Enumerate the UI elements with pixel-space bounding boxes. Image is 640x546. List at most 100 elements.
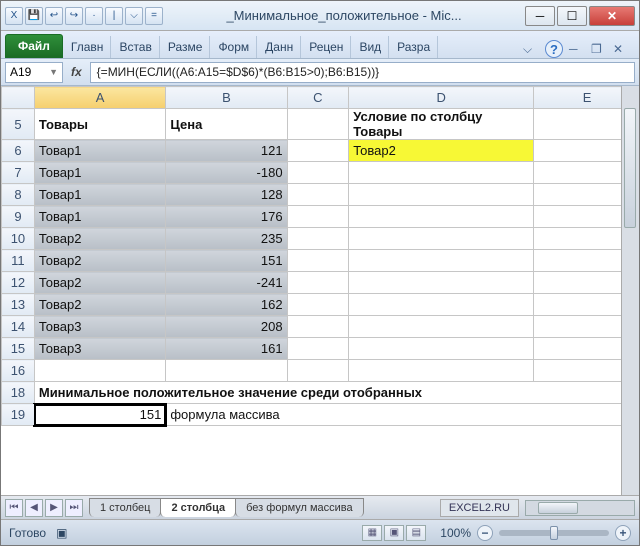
cell[interactable]: Цена [166,109,287,140]
col-header-D[interactable]: D [349,87,534,109]
active-cell[interactable]: 151 [34,404,165,426]
col-header-C[interactable]: C [287,87,349,109]
cell[interactable] [34,360,165,382]
undo-icon[interactable]: ↩ [45,7,63,25]
cell[interactable]: Товар1 [34,140,165,162]
cell[interactable] [287,294,349,316]
sheet-tab[interactable]: 1 столбец [89,498,161,517]
row-header[interactable]: 12 [2,272,35,294]
cell[interactable]: Товар3 [34,316,165,338]
cell[interactable]: Минимальное положительное значение среди… [34,382,639,404]
cell[interactable] [287,206,349,228]
cell[interactable]: Товары [34,109,165,140]
cell[interactable] [287,162,349,184]
cell[interactable] [166,360,287,382]
redo-icon[interactable]: ↪ [65,7,83,25]
file-tab[interactable]: Файл [5,34,63,58]
ribbon-tab-developer[interactable]: Разра [390,36,438,58]
cell[interactable]: 121 [166,140,287,162]
row-header[interactable]: 10 [2,228,35,250]
sheet-nav-last-icon[interactable]: ⏭ [65,499,83,517]
cell[interactable]: Товар2 [34,228,165,250]
sheet-tab[interactable]: без формул массива [235,498,364,517]
sheet-tab-active[interactable]: 2 столбца [160,498,236,517]
cell[interactable]: 128 [166,184,287,206]
cell[interactable] [349,272,534,294]
row-header[interactable]: 16 [2,360,35,382]
row-header[interactable]: 14 [2,316,35,338]
cell[interactable]: 176 [166,206,287,228]
workbook-minimize-icon[interactable]: ─ [569,42,585,56]
cell[interactable]: Товар1 [34,162,165,184]
name-box[interactable]: A19 ▼ [5,62,63,83]
ribbon-tab-data[interactable]: Данн [258,36,301,58]
cell[interactable]: 151 [166,250,287,272]
excel-icon[interactable]: X [5,7,23,25]
help-icon[interactable]: ? [545,40,563,58]
cell[interactable] [349,228,534,250]
cell[interactable]: Товар2 [349,140,534,162]
cell[interactable]: Товар1 [34,184,165,206]
cell[interactable] [349,360,534,382]
qat-dropdown-icon[interactable]: ⌵ [125,7,143,25]
cell[interactable]: Товар2 [34,294,165,316]
cell[interactable] [349,162,534,184]
cell[interactable] [287,360,349,382]
cell[interactable]: Товар2 [34,250,165,272]
cell[interactable] [287,316,349,338]
cell[interactable] [349,250,534,272]
cell[interactable]: Товар2 [34,272,165,294]
workbook-close-icon[interactable]: ✕ [613,42,629,56]
row-header[interactable]: 8 [2,184,35,206]
sheet-nav-first-icon[interactable]: ⏮ [5,499,23,517]
zoom-in-button[interactable]: + [615,525,631,541]
zoom-out-button[interactable]: − [477,525,493,541]
macro-record-icon[interactable]: ▣ [56,526,67,540]
ribbon-tab-insert[interactable]: Встав [112,36,159,58]
cell[interactable] [349,316,534,338]
cell[interactable]: 208 [166,316,287,338]
cell[interactable]: формула массива [166,404,639,426]
cell[interactable] [287,272,349,294]
cell[interactable]: 161 [166,338,287,360]
scroll-thumb[interactable] [624,108,636,228]
horizontal-scrollbar[interactable] [525,500,635,516]
cell[interactable] [349,184,534,206]
cell[interactable] [287,228,349,250]
view-page-layout-icon[interactable]: ▣ [384,525,404,541]
view-page-break-icon[interactable]: ▤ [406,525,426,541]
row-header[interactable]: 5 [2,109,35,140]
col-header-A[interactable]: A [34,87,165,109]
zoom-slider-knob[interactable] [550,526,558,540]
qat-equals-icon[interactable]: = [145,7,163,25]
sheet-nav-next-icon[interactable]: ▶ [45,499,63,517]
ribbon-tab-view[interactable]: Вид [352,36,389,58]
cell[interactable] [287,250,349,272]
cell[interactable]: Условие по столбцу Товары [349,109,534,140]
cell[interactable]: Товар3 [34,338,165,360]
cell[interactable] [349,206,534,228]
col-header-B[interactable]: B [166,87,287,109]
workbook-restore-icon[interactable]: ❐ [591,42,607,56]
zoom-slider[interactable] [499,530,609,536]
cell[interactable]: 235 [166,228,287,250]
cell[interactable] [287,184,349,206]
row-header[interactable]: 9 [2,206,35,228]
close-button[interactable]: ✕ [589,6,635,26]
row-header[interactable]: 6 [2,140,35,162]
view-normal-icon[interactable]: ▦ [362,525,382,541]
row-header[interactable]: 19 [2,404,35,426]
select-all-corner[interactable] [2,87,35,109]
row-header[interactable]: 18 [2,382,35,404]
row-header[interactable]: 13 [2,294,35,316]
vertical-scrollbar[interactable] [621,86,639,495]
cell[interactable] [287,109,349,140]
ribbon-minimize-icon[interactable]: ⌵ [523,42,539,57]
sheet-nav-prev-icon[interactable]: ◀ [25,499,43,517]
cell[interactable]: -180 [166,162,287,184]
cell[interactable] [349,338,534,360]
cell[interactable]: -241 [166,272,287,294]
row-header[interactable]: 7 [2,162,35,184]
cell[interactable] [349,294,534,316]
row-header[interactable]: 15 [2,338,35,360]
